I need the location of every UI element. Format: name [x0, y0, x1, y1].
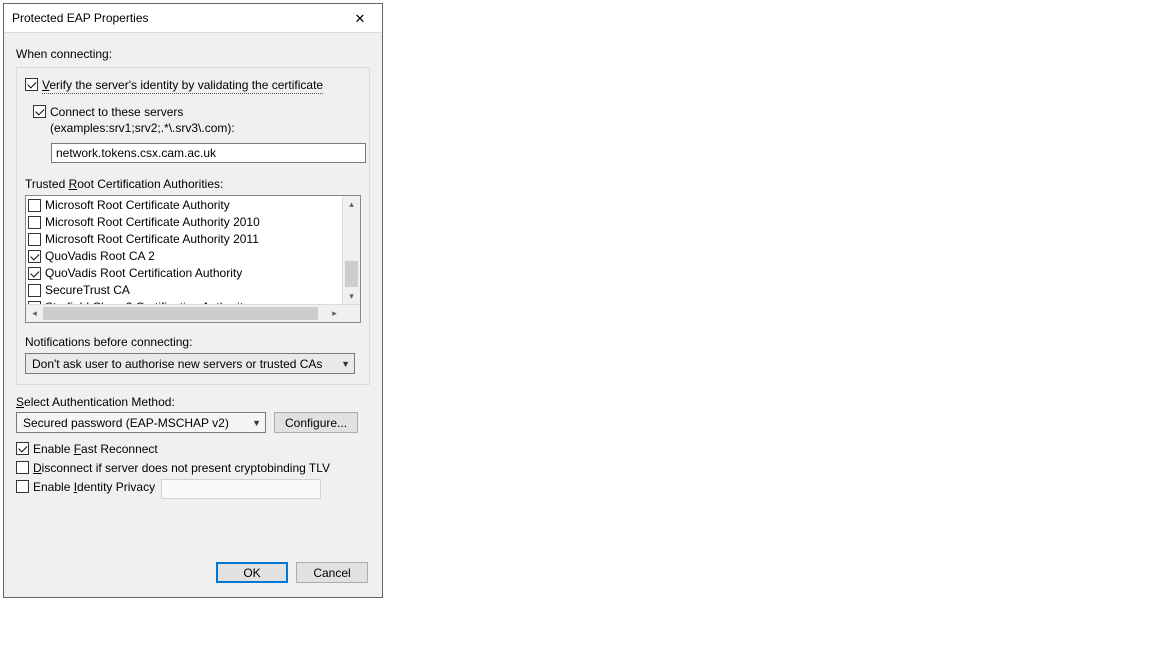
ca-checkbox[interactable]	[28, 233, 41, 246]
ca-label: Microsoft Root Certificate Authority 201…	[45, 214, 260, 231]
scroll-right-icon[interactable]: ▸	[326, 305, 343, 322]
identity-privacy-checkbox[interactable]	[16, 480, 29, 493]
ca-checkbox[interactable]	[28, 284, 41, 297]
fast-reconnect-label: Enable Fast Reconnect	[33, 441, 158, 457]
list-item[interactable]: QuoVadis Root Certification Authority	[28, 265, 341, 282]
disconnect-crypto-checkbox[interactable]	[16, 461, 29, 474]
dialog-body: When connecting: Verify the server's ide…	[4, 33, 382, 552]
ca-label: QuoVadis Root Certification Authority	[45, 265, 242, 282]
list-item[interactable]: QuoVadis Root CA 2	[28, 248, 341, 265]
auth-method-value: Secured password (EAP-MSCHAP v2)	[23, 416, 229, 430]
window-title: Protected EAP Properties	[12, 11, 149, 25]
auth-method-combo[interactable]: Secured password (EAP-MSCHAP v2) ▼	[16, 412, 266, 433]
scroll-corner	[343, 305, 360, 322]
disconnect-crypto-label: Disconnect if server does not present cr…	[33, 460, 330, 476]
horizontal-scroll-thumb[interactable]	[43, 307, 318, 320]
configure-button[interactable]: Configure...	[274, 412, 358, 433]
identity-privacy-row[interactable]: Enable Identity Privacy	[16, 479, 370, 499]
titlebar: Protected EAP Properties ✕	[4, 4, 382, 33]
scroll-left-icon[interactable]: ◂	[26, 305, 43, 322]
fast-reconnect-checkbox[interactable]	[16, 442, 29, 455]
auth-method-row: Secured password (EAP-MSCHAP v2) ▼ Confi…	[16, 412, 370, 433]
horizontal-scroll-track[interactable]	[43, 305, 326, 322]
connect-servers-checkbox[interactable]	[33, 105, 46, 118]
connect-servers-input[interactable]	[51, 143, 366, 163]
ok-button[interactable]: OK	[216, 562, 288, 583]
trusted-root-listbox-wrap: Microsoft Root Certificate AuthorityMicr…	[25, 195, 361, 323]
list-item[interactable]: SecureTrust CA	[28, 282, 341, 299]
ca-checkbox[interactable]	[28, 216, 41, 229]
notifications-value: Don't ask user to authorise new servers …	[32, 357, 322, 371]
verify-identity-checkbox-row[interactable]: Verify the server's identity by validati…	[25, 77, 361, 94]
dialog-footer: OK Cancel	[4, 552, 382, 597]
trusted-root-listbox[interactable]: Microsoft Root Certificate AuthorityMicr…	[25, 195, 361, 323]
ca-label: QuoVadis Root CA 2	[45, 248, 155, 265]
ca-label: Microsoft Root Certificate Authority 201…	[45, 231, 259, 248]
list-item[interactable]: Microsoft Root Certificate Authority	[28, 197, 341, 214]
fast-reconnect-row[interactable]: Enable Fast Reconnect	[16, 441, 370, 457]
ca-checkbox[interactable]	[28, 267, 41, 280]
chevron-down-icon: ▼	[341, 359, 350, 369]
identity-privacy-label: Enable Identity Privacy	[33, 479, 155, 495]
chevron-down-icon: ▼	[252, 418, 261, 428]
list-item[interactable]: Microsoft Root Certificate Authority 201…	[28, 214, 341, 231]
trusted-root-label: Trusted Root Certification Authorities:	[25, 177, 361, 191]
verify-identity-label: Verify the server's identity by validati…	[42, 77, 323, 94]
vertical-scroll-thumb[interactable]	[345, 261, 358, 287]
ca-checkbox[interactable]	[28, 199, 41, 212]
scroll-down-icon[interactable]: ▾	[343, 288, 360, 305]
close-button[interactable]: ✕	[340, 5, 380, 31]
close-icon: ✕	[355, 12, 366, 25]
notifications-combo[interactable]: Don't ask user to authorise new servers …	[25, 353, 355, 374]
horizontal-scrollbar[interactable]: ◂ ▸	[26, 304, 360, 322]
auth-method-label: Select Authentication Method:	[16, 395, 370, 409]
connect-servers-block: Connect to these servers (examples:srv1;…	[25, 104, 361, 169]
eap-properties-dialog: Protected EAP Properties ✕ When connecti…	[3, 3, 383, 598]
connect-servers-label: Connect to these servers (examples:srv1;…	[50, 104, 361, 136]
disconnect-crypto-row[interactable]: Disconnect if server does not present cr…	[16, 460, 370, 476]
scroll-up-icon[interactable]: ▴	[343, 196, 360, 213]
notifications-label: Notifications before connecting:	[25, 335, 361, 349]
when-connecting-group: Verify the server's identity by validati…	[16, 67, 370, 385]
identity-privacy-input[interactable]	[161, 479, 321, 499]
trusted-root-items: Microsoft Root Certificate AuthorityMicr…	[26, 196, 343, 305]
list-item[interactable]: Microsoft Root Certificate Authority 201…	[28, 231, 341, 248]
cancel-button[interactable]: Cancel	[296, 562, 368, 583]
connect-servers-checkbox-row[interactable]: Connect to these servers (examples:srv1;…	[33, 104, 361, 136]
ca-checkbox[interactable]	[28, 250, 41, 263]
ca-label: Microsoft Root Certificate Authority	[45, 197, 230, 214]
ca-label: SecureTrust CA	[45, 282, 130, 299]
vertical-scrollbar[interactable]: ▴ ▾	[342, 196, 360, 305]
verify-identity-checkbox[interactable]	[25, 78, 38, 91]
when-connecting-label: When connecting:	[16, 47, 370, 61]
